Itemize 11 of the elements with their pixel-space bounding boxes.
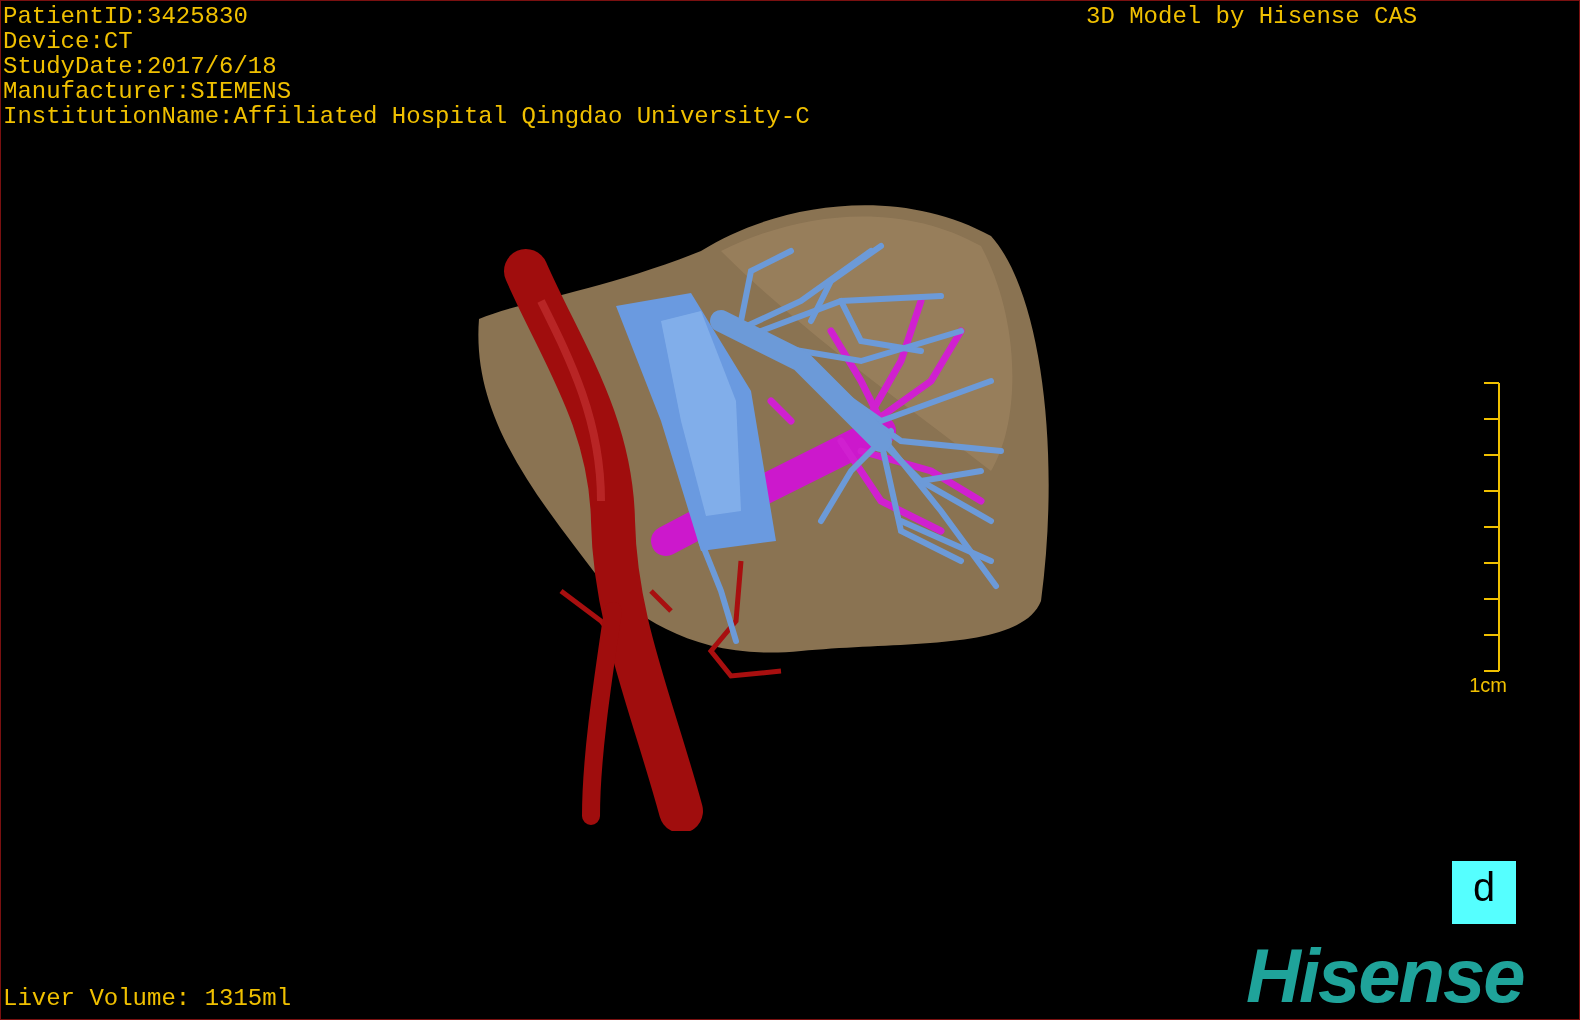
info-line: PatientID:3425830 <box>3 4 248 29</box>
info-line: StudyDate:2017/6/18 <box>3 54 277 79</box>
model-credit: 3D Model by Hisense CAS <box>1086 4 1418 29</box>
orientation-marker: d <box>1452 861 1516 924</box>
logo: Hisense <box>1246 939 1524 1013</box>
info-line: Manufacturer:SIEMENS <box>3 79 292 104</box>
info-line: InstitutionName:Affiliated Hospital Qingdao University-C <box>3 104 810 129</box>
scale-label: 1cm <box>1469 674 1507 696</box>
scale-bar-icon <box>1483 382 1501 672</box>
liver-volume: Liver Volume: 1315ml <box>3 986 292 1011</box>
info-line: Device:CT <box>3 29 133 54</box>
